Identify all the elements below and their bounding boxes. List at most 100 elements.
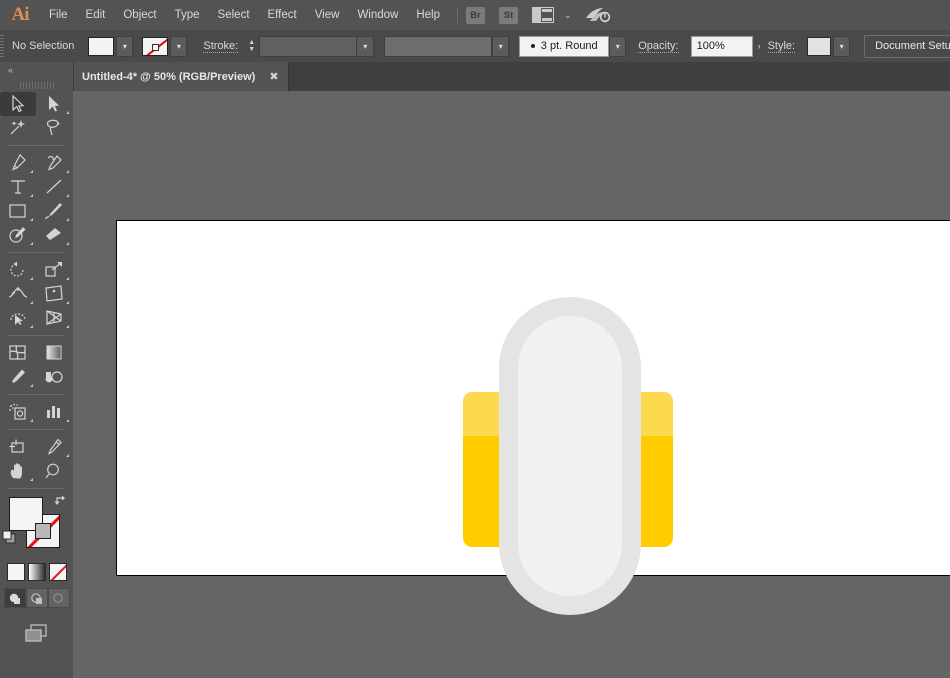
flyout-indicator-icon: [66, 325, 69, 328]
gradient-mode-button[interactable]: [28, 563, 46, 581]
tool-selection[interactable]: [0, 92, 36, 116]
tool-column-graph[interactable]: [36, 400, 72, 424]
flyout-indicator-icon: [66, 218, 69, 221]
toolbar-drag-grip[interactable]: [0, 78, 73, 92]
tool-pen[interactable]: [0, 151, 36, 175]
tool-perspective-grid[interactable]: [36, 306, 72, 330]
style-label[interactable]: Style:: [768, 40, 796, 53]
flyout-indicator-icon: [30, 325, 33, 328]
swap-fill-stroke-icon[interactable]: [53, 494, 67, 508]
flyout-indicator-icon: [30, 194, 33, 197]
tool-hand[interactable]: [0, 459, 36, 483]
tool-curvature[interactable]: [36, 151, 72, 175]
tools-panel: «: [0, 62, 74, 678]
tool-line-segment[interactable]: [36, 175, 72, 199]
tool-direct-selection[interactable]: [36, 92, 72, 116]
default-fill-stroke-icon[interactable]: [2, 530, 18, 546]
stroke-swatch-dropdown[interactable]: ▾: [170, 36, 187, 57]
tool-scale[interactable]: [36, 258, 72, 282]
menu-window[interactable]: Window: [348, 0, 407, 30]
tool-paintbrush[interactable]: [36, 199, 72, 223]
flyout-indicator-icon: [66, 419, 69, 422]
fill-swatch-dropdown[interactable]: ▾: [116, 36, 133, 57]
menu-view[interactable]: View: [306, 0, 349, 30]
menu-object[interactable]: Object: [114, 0, 165, 30]
fill-color-swatch[interactable]: [88, 37, 114, 56]
menu-select[interactable]: Select: [209, 0, 259, 30]
draw-normal-button[interactable]: [4, 588, 26, 608]
draw-inside-button[interactable]: [48, 588, 70, 608]
menu-effect[interactable]: Effect: [259, 0, 306, 30]
tool-type[interactable]: [0, 175, 36, 199]
color-swatch-mode-button[interactable]: [7, 563, 25, 581]
document-tab[interactable]: Untitled-4* @ 50% (RGB/Preview) ✖: [73, 62, 289, 91]
tool-zoom[interactable]: [36, 459, 72, 483]
tool-shaper[interactable]: [0, 223, 36, 247]
opacity-label[interactable]: Opacity:: [638, 40, 678, 53]
menu-file[interactable]: File: [40, 0, 77, 30]
menu-type[interactable]: Type: [166, 0, 209, 30]
stroke-color-swatch[interactable]: [142, 37, 168, 56]
tool-magic-wand[interactable]: [0, 116, 36, 140]
capsule-inner[interactable]: [518, 316, 622, 596]
menu-edit[interactable]: Edit: [77, 0, 115, 30]
toolbar-collapse-button[interactable]: «: [0, 62, 73, 78]
change-screen-mode-button[interactable]: [0, 622, 73, 644]
tool-width[interactable]: [0, 282, 36, 306]
stroke-weight-dropdown[interactable]: ▾: [357, 36, 374, 57]
flyout-indicator-icon: [66, 242, 69, 245]
toolbar-divider: [8, 335, 65, 336]
tool-gradient[interactable]: [36, 341, 72, 365]
tool-slice[interactable]: [36, 435, 72, 459]
draw-behind-button[interactable]: [26, 588, 48, 608]
flyout-indicator-icon: [66, 301, 69, 304]
menu-help[interactable]: Help: [407, 0, 449, 30]
tool-free-transform[interactable]: [36, 282, 72, 306]
illustrator-window: Ai File Edit Object Type Select Effect V…: [0, 0, 950, 678]
none-mode-button[interactable]: [49, 563, 67, 581]
stroke-weight-label[interactable]: Stroke:: [203, 40, 238, 53]
selection-status: No Selection: [4, 40, 82, 52]
opacity-overflow-chevron[interactable]: ›: [753, 41, 766, 51]
tool-lasso[interactable]: [36, 116, 72, 140]
flyout-indicator-icon: [66, 454, 69, 457]
bridge-button[interactable]: Br: [466, 7, 485, 24]
drawing-mode-buttons: [0, 588, 73, 608]
brush-dot-icon: [531, 44, 535, 48]
menu-divider: [457, 7, 458, 23]
stroke-weight-field[interactable]: [259, 36, 357, 57]
app-logo-icon: Ai: [0, 0, 40, 30]
tool-eyedropper[interactable]: [0, 365, 36, 389]
tool-eraser[interactable]: [36, 223, 72, 247]
document-tab-bar: Untitled-4* @ 50% (RGB/Preview) ✖: [0, 62, 950, 91]
toolbar-divider: [8, 488, 65, 489]
stroke-weight-stepper[interactable]: ▲▼: [244, 36, 259, 57]
toolbar-divider: [8, 252, 65, 253]
opacity-field[interactable]: 100%: [691, 36, 753, 57]
creative-cloud-sync-icon[interactable]: [584, 5, 612, 25]
tool-artboard[interactable]: [0, 435, 36, 459]
tool-rectangle[interactable]: [0, 199, 36, 223]
menu-bar: Ai File Edit Object Type Select Effect V…: [0, 0, 950, 30]
flyout-indicator-icon: [30, 478, 33, 481]
tool-blend[interactable]: [36, 365, 72, 389]
tool-symbol-sprayer[interactable]: [0, 400, 36, 424]
toolbar-divider: [8, 394, 65, 395]
tool-shape-builder[interactable]: [0, 306, 36, 330]
tool-mesh[interactable]: [0, 341, 36, 365]
close-icon[interactable]: ✖: [269, 70, 278, 83]
document-setup-button[interactable]: Document Setup: [864, 35, 950, 58]
flyout-indicator-icon: [30, 419, 33, 422]
graphic-style-swatch[interactable]: [807, 37, 831, 56]
stroke-profile-field[interactable]: [384, 36, 492, 57]
canvas-area[interactable]: [73, 91, 950, 678]
stroke-profile-dropdown[interactable]: ▾: [492, 36, 509, 57]
graphic-style-dropdown[interactable]: ▾: [833, 36, 850, 57]
flyout-indicator-icon: [30, 242, 33, 245]
brush-definition-field[interactable]: 3 pt. Round: [519, 36, 609, 57]
arrange-documents-icon[interactable]: [532, 7, 554, 23]
brush-definition-dropdown[interactable]: ▾: [609, 36, 626, 57]
stock-button[interactable]: St: [499, 7, 518, 24]
chevron-down-icon[interactable]: ⌄: [564, 10, 572, 21]
tool-rotate[interactable]: [0, 258, 36, 282]
